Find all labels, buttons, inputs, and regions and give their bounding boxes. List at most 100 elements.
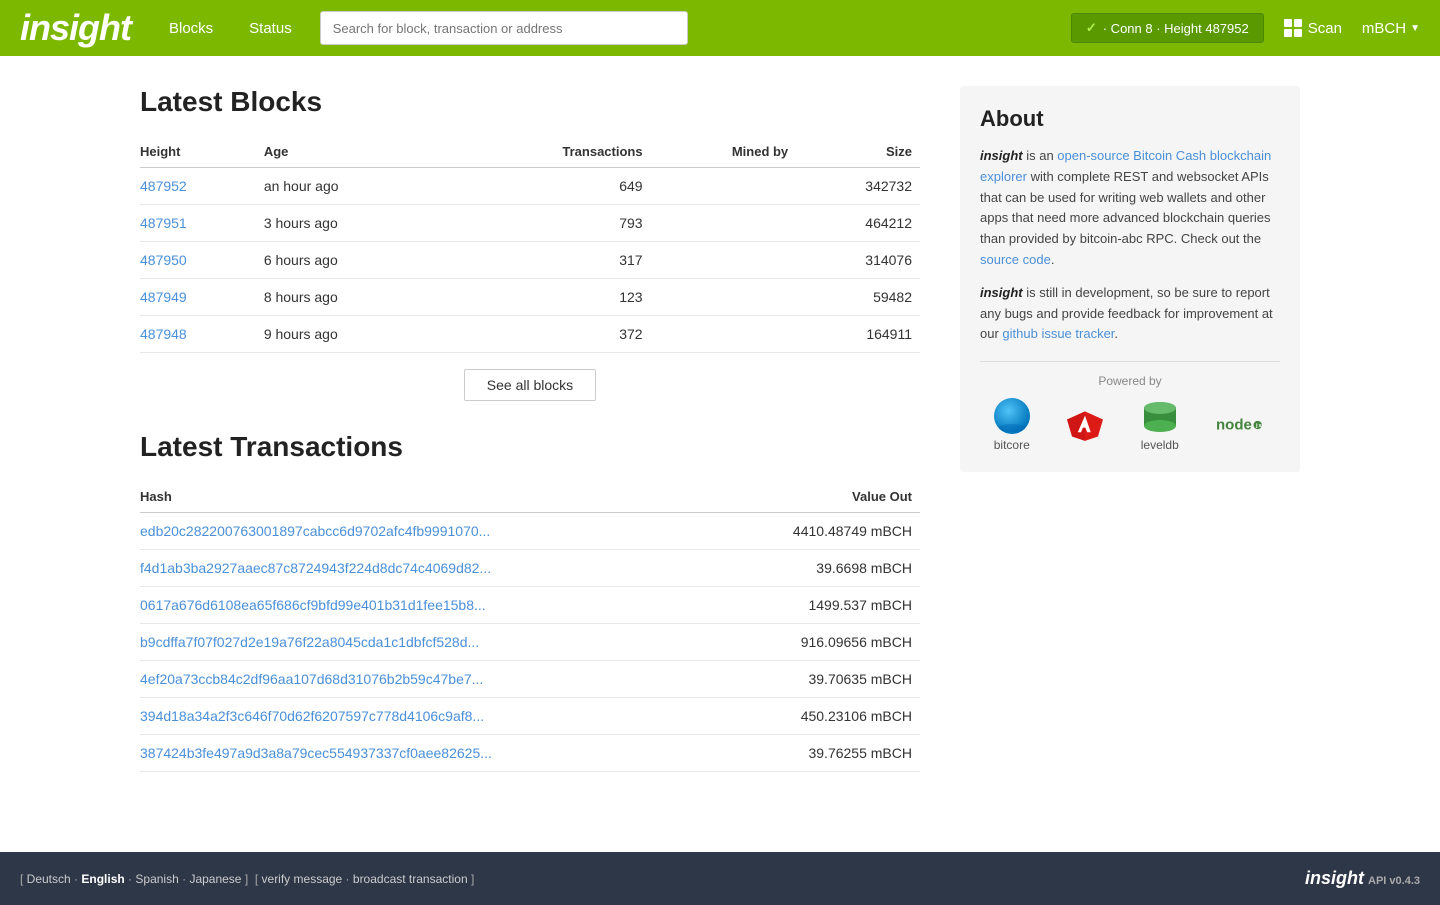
broadcast-transaction-link[interactable]: broadcast transaction [353,872,468,886]
block-transactions: 317 [451,242,651,279]
github-issue-link[interactable]: github issue tracker [1002,326,1114,341]
content-area: Latest Blocks Height Age Transactions Mi… [140,86,920,782]
blocks-table: Height Age Transactions Mined by Size 48… [140,138,920,353]
block-size: 464212 [796,205,920,242]
block-mined-by [651,168,797,205]
table-row: f4d1ab3ba2927aaec87c8724943f224d8dc74c40… [140,550,920,587]
block-age: an hour ago [264,168,451,205]
block-mined-by [651,316,797,353]
navbar: insight Blocks Status ✓ · Conn 8 · Heigh… [0,0,1440,56]
tx-hash-link[interactable]: 394d18a34a2f3c646f70d62f6207597c778d4106… [140,708,484,724]
table-row: 487951 3 hours ago 793 464212 [140,205,920,242]
see-all-blocks-button[interactable]: See all blocks [464,369,596,401]
block-size: 164911 [796,316,920,353]
logo-row: bitcore [980,398,1280,452]
col-height: Height [140,138,264,168]
block-transactions: 793 [451,205,651,242]
block-age: 3 hours ago [264,205,451,242]
check-icon: ✓ [1086,20,1097,36]
table-row: 487950 6 hours ago 317 314076 [140,242,920,279]
transactions-table: Hash Value Out edb20c282200763001897cabc… [140,483,920,772]
bitcore-icon [994,398,1030,434]
tx-hash-link[interactable]: 387424b3fe497a9d3a8a79cec554937337cf0aee… [140,745,492,761]
block-height-link[interactable]: 487948 [140,326,187,342]
angular-icon [1067,407,1103,443]
connection-badge[interactable]: ✓ · Conn 8 · Height 487952 [1071,13,1264,43]
sidebar: About insight is an open-source Bitcoin … [960,86,1300,782]
chevron-down-icon: ▼ [1410,23,1420,34]
footer-links: [ Deutsch · English · Spanish · Japanese… [20,872,474,886]
brand-logo: insight [20,7,131,49]
footer-api-version: API v0.4.3 [1368,875,1420,887]
block-height-link[interactable]: 487952 [140,178,187,194]
tx-value-out: 916.09656 mBCH [716,624,920,661]
powered-by-label: Powered by [980,374,1280,388]
verify-message-link[interactable]: verify message [262,872,343,886]
nav-status[interactable]: Status [241,16,300,41]
tx-value-out: 39.70635 mBCH [716,661,920,698]
tx-value-out: 39.76255 mBCH [716,735,920,772]
bitcore-logo: bitcore [994,398,1030,452]
table-row: 487948 9 hours ago 372 164911 [140,316,920,353]
search-input[interactable] [320,11,689,45]
block-age: 6 hours ago [264,242,451,279]
scan-button[interactable]: Scan [1284,19,1342,37]
main-container: Latest Blocks Height Age Transactions Mi… [120,56,1320,812]
lang-english[interactable]: English [81,872,124,886]
tx-value-out: 1499.537 mBCH [716,587,920,624]
block-mined-by [651,279,797,316]
block-mined-by [651,205,797,242]
tx-hash-link[interactable]: 0617a676d6108ea65f686cf9bfd99e401b31d1fe… [140,597,486,613]
col-transactions: Transactions [451,138,651,168]
block-size: 314076 [796,242,920,279]
nav-blocks[interactable]: Blocks [161,16,221,41]
table-row: 394d18a34a2f3c646f70d62f6207597c778d4106… [140,698,920,735]
tx-hash-link[interactable]: b9cdffa7f07f027d2e19a76f22a8045cda1c1dbf… [140,634,479,650]
about-text-2: insight is still in development, so be s… [980,283,1280,345]
col-value-out: Value Out [716,483,920,513]
table-row: 487949 8 hours ago 123 59482 [140,279,920,316]
powered-by-section: Powered by bitcore [980,361,1280,452]
angular-logo [1067,407,1103,443]
tx-hash-link[interactable]: f4d1ab3ba2927aaec87c8724943f224d8dc74c40… [140,560,491,576]
see-all-wrapper: See all blocks [140,369,920,401]
col-mined-by: Mined by [651,138,797,168]
block-size: 342732 [796,168,920,205]
source-code-link[interactable]: source code [980,252,1051,267]
col-size: Size [796,138,920,168]
block-transactions: 372 [451,316,651,353]
table-row: 0617a676d6108ea65f686cf9bfd99e401b31d1fe… [140,587,920,624]
tx-hash-link[interactable]: edb20c282200763001897cabcc6d9702afc4fb99… [140,523,490,539]
tx-value-out: 4410.48749 mBCH [716,513,920,550]
about-title: About [980,106,1280,132]
svg-text:s: s [1259,423,1262,429]
brand-name-2: insight [980,285,1023,300]
tx-value-out: 450.23106 mBCH [716,698,920,735]
block-height-link[interactable]: 487950 [140,252,187,268]
leveldb-logo: leveldb [1141,398,1179,452]
about-box: About insight is an open-source Bitcoin … [960,86,1300,472]
lang-deutsch[interactable]: Deutsch [27,872,71,886]
tx-value-out: 39.6698 mBCH [716,550,920,587]
lang-japanese[interactable]: Japanese [189,872,241,886]
block-height-link[interactable]: 487951 [140,215,187,231]
currency-dropdown[interactable]: mBCH ▼ [1362,20,1420,37]
leveldb-icon [1142,398,1178,434]
block-age: 8 hours ago [264,279,451,316]
scan-icon [1284,19,1302,37]
footer: [ Deutsch · English · Spanish · Japanese… [0,852,1440,905]
block-height-link[interactable]: 487949 [140,289,187,305]
block-size: 59482 [796,279,920,316]
col-age: Age [264,138,451,168]
conn-label: · Conn 8 · Height 487952 [1103,21,1249,36]
tx-hash-link[interactable]: 4ef20a73ccb84c2df96aa107d68d31076b2b59c4… [140,671,483,687]
brand-name-1: insight [980,148,1023,163]
table-row: 387424b3fe497a9d3a8a79cec554937337cf0aee… [140,735,920,772]
col-hash: Hash [140,483,716,513]
nodejs-icon: node j s [1216,410,1266,440]
nodejs-logo: node j s [1216,410,1266,440]
block-mined-by [651,242,797,279]
lang-spanish[interactable]: Spanish [135,872,178,886]
table-row: edb20c282200763001897cabcc6d9702afc4fb99… [140,513,920,550]
block-transactions: 123 [451,279,651,316]
